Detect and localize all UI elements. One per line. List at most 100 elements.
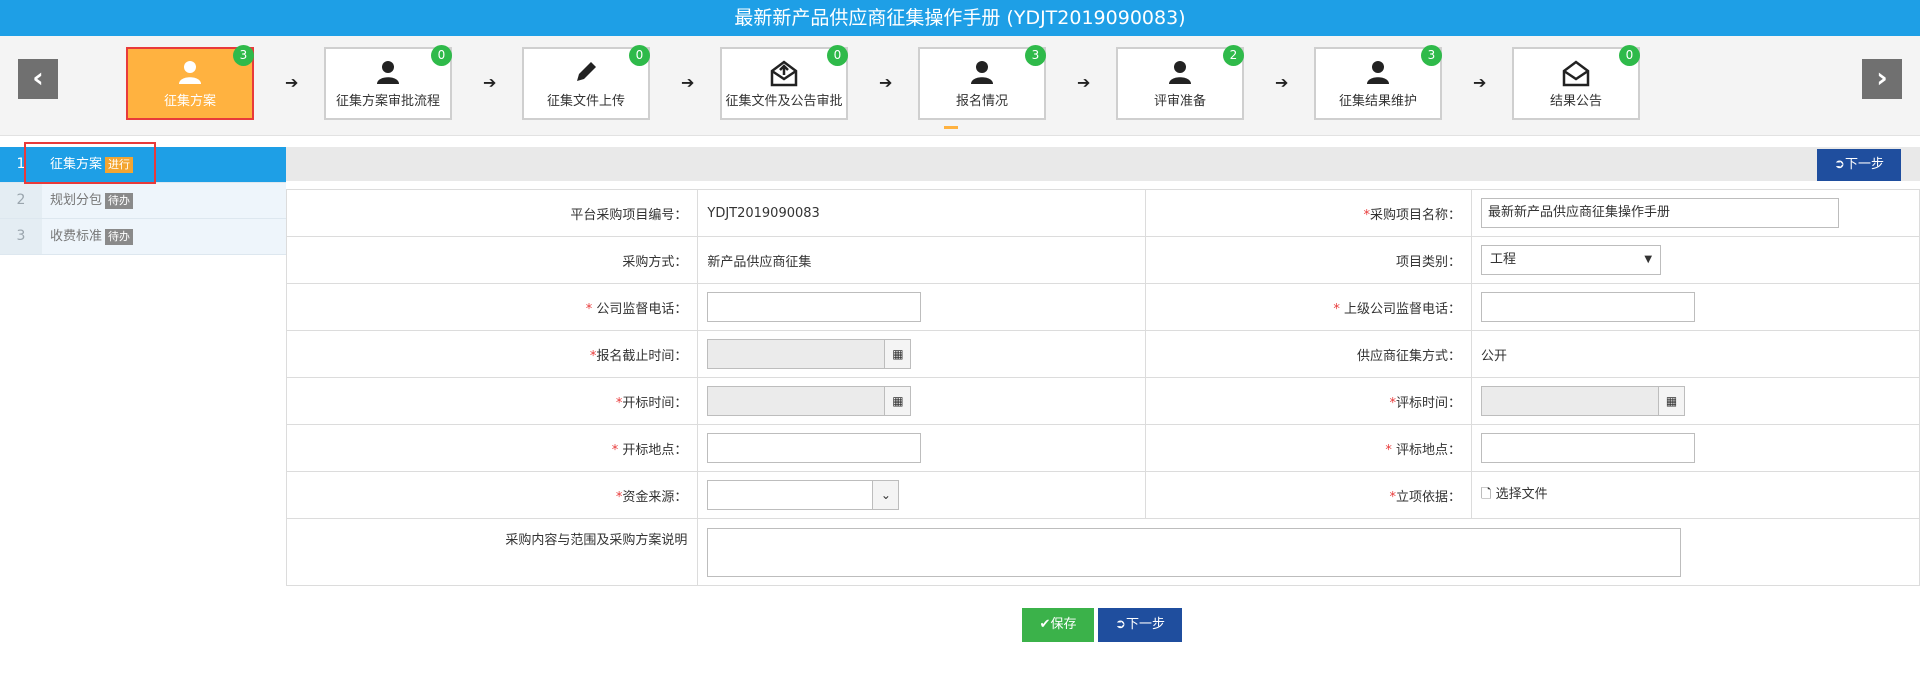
step-8[interactable]: 结果公告 0 [1512,45,1640,120]
save-button[interactable]: ✔保存 [1022,608,1094,642]
step-label: 结果公告 [1549,94,1602,109]
arrow-right-icon: ➔ [681,73,695,92]
collect-method-value: 公开 [1471,330,1920,378]
step-count-badge: 0 [827,45,848,66]
content-textarea[interactable] [707,527,1682,577]
check-icon: ✔ [1039,617,1051,632]
next-arrow-button[interactable]: › [1862,59,1902,99]
step-5[interactable]: 报名情况 3 [918,45,1046,120]
arrow-right-icon: ➔ [285,73,299,92]
arrow-right-icon: ➔ [1473,73,1487,92]
deadline-label: *报名截止时间： [285,330,699,378]
status-badge: 待办 [105,192,134,209]
review-place-input[interactable] [1481,433,1696,463]
step-label: 征集文件及公告审批 [725,94,843,109]
step-label: 征集方案 [163,94,216,109]
window-title: 最新新产品供应商征集操作手册 (YDJT2019090083) [0,0,1920,36]
company-phone-label: * 公司监督电话： [285,283,699,331]
step-2[interactable]: 征集方案审批流程 0 [324,45,452,120]
step-6[interactable]: 评审准备 2 [1116,45,1244,120]
prev-arrow-button[interactable]: ‹ [18,59,58,99]
open-place-input[interactable] [707,433,922,463]
sidebar-item-number: 3 [0,219,42,254]
sidebar-item-label: 收费标准 待办 [50,219,134,254]
user-icon [1118,59,1242,87]
open-time-input[interactable] [707,386,886,416]
category-selected-value: 工程 [1490,252,1517,267]
file-icon: 🗋 [1481,487,1492,502]
chevron-left-icon: ‹ [32,61,44,94]
triangle-down-icon: ▼ [1644,254,1653,265]
arrow-right-icon: ➔ [483,73,497,92]
next-step-top-button[interactable]: ➲下一步 [1817,149,1901,181]
envelope-icon [1514,59,1638,87]
project-name-label: *采购项目名称： [1145,189,1473,237]
sidebar-item-number: 2 [0,183,42,218]
next-step-top-label: 下一步 [1844,157,1884,172]
user-icon [920,59,1044,87]
project-no-value: YDJT2019090083 [697,189,1147,237]
step-count-badge: 2 [1223,45,1244,66]
circle-arrow-right-icon: ➲ [1834,157,1845,172]
project-name-input[interactable]: 最新新产品供应商征集操作手册 [1481,198,1840,228]
step-4[interactable]: 征集文件及公告审批 0 [720,45,848,120]
toolbar-strip [286,147,1920,181]
review-place-label: * 评标地点： [1145,424,1473,472]
deadline-input[interactable] [707,339,886,369]
category-select[interactable]: 工程 ▼ [1481,245,1662,275]
save-label: 保存 [1050,617,1077,632]
current-step-indicator [944,126,958,129]
content-label: 采购内容与范围及采购方案说明 [285,518,699,586]
method-label: 采购方式： [285,236,699,284]
step-bar: ‹ › 征集方案 3 ➔ 征集方案审批流程 0 ➔ 征集文件上传 0 ➔ 征集文件及公告审批 0 ➔ 报… [0,36,1920,136]
step-label: 报名情况 [955,94,1008,109]
pencil-icon [524,59,648,87]
circle-arrow-right-icon: ➲ [1115,617,1126,632]
next-step-label: 下一步 [1125,617,1165,632]
calendar-icon[interactable]: ▦ [1659,386,1686,416]
step-count-badge: 3 [1025,45,1046,66]
step-count-badge: 3 [1421,45,1442,66]
calendar-icon[interactable]: ▦ [885,339,912,369]
arrow-right-icon: ➔ [1275,73,1289,92]
category-label: 项目类别： [1145,236,1473,284]
review-time-label: *评标时间： [1145,377,1473,425]
step-3[interactable]: 征集文件上传 0 [522,45,650,120]
parent-phone-label: * 上级公司监督电话： [1145,283,1473,331]
user-icon [128,59,252,87]
step-label: 征集文件上传 [546,94,625,109]
open-time-label: *开标时间： [285,377,699,425]
fund-source-label: *资金来源： [285,471,699,519]
arrow-right-icon: ➔ [879,73,893,92]
review-time-input[interactable] [1481,386,1660,416]
method-value: 新产品供应商征集 [697,236,1147,284]
step-7[interactable]: 征集结果维护 3 [1314,45,1442,120]
envelope-upload-icon [722,59,846,87]
step-label: 评审准备 [1153,94,1206,109]
arrow-right-icon: ➔ [1077,73,1091,92]
parent-phone-input[interactable] [1481,292,1696,322]
step-label: 征集方案审批流程 [335,94,440,109]
step-count-badge: 0 [1619,45,1640,66]
chevron-right-icon: › [1876,61,1888,94]
sidebar-item-2[interactable]: 2 规划分包 待办 [0,183,286,219]
step-label: 征集结果维护 [1338,94,1417,109]
sidebar-item-3[interactable]: 3 收费标准 待办 [0,219,286,255]
choose-file-link[interactable]: 🗋 选择文件 [1481,487,1548,502]
next-step-button[interactable]: ➲下一步 [1098,608,1182,642]
basis-label: *立项依据： [1145,471,1473,519]
sidebar-item-label: 规划分包 待办 [50,183,134,218]
choose-file-label: 选择文件 [1495,487,1548,502]
step-count-badge: 0 [431,45,452,66]
calendar-icon[interactable]: ▦ [885,386,912,416]
status-badge: 待办 [105,228,134,245]
fund-source-combo[interactable] [707,480,874,510]
project-no-label: 平台采购项目编号： [285,189,699,237]
sidebar-highlight-box [24,142,156,184]
user-icon [326,59,450,87]
step-1[interactable]: 征集方案 3 [126,45,254,120]
company-phone-input[interactable] [707,292,922,322]
user-icon [1316,59,1440,87]
chevron-down-icon[interactable]: ⌄ [873,480,900,510]
open-place-label: * 开标地点： [285,424,699,472]
